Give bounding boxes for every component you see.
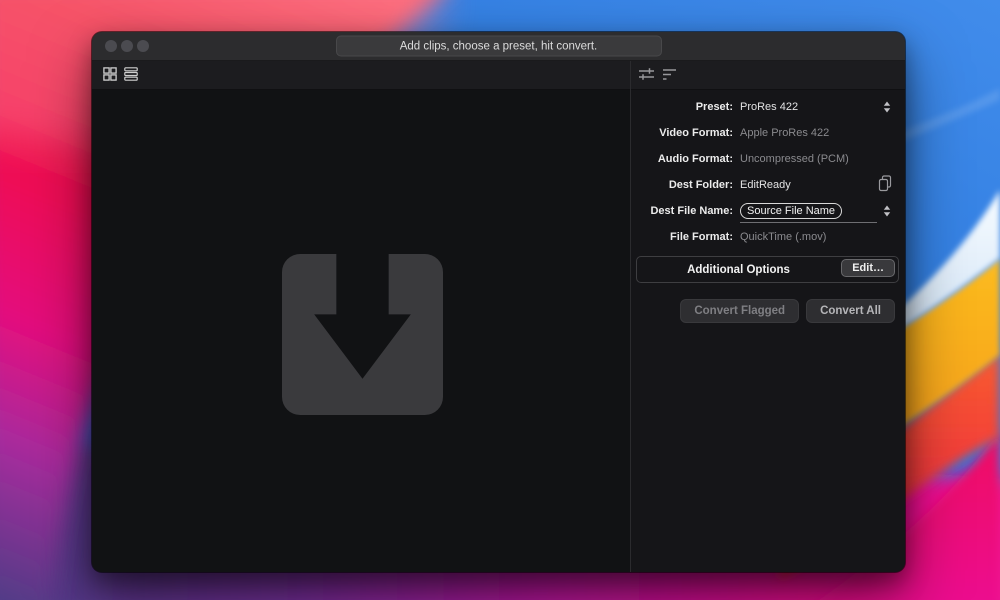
convert-flagged-button[interactable]: Convert Flagged — [680, 299, 799, 323]
dest-folder-value[interactable]: EditReady — [740, 179, 791, 191]
window-body: Preset: ProRes 422 Video Format: Apple P… — [92, 61, 905, 572]
dest-file-name-label: Dest File Name: — [631, 205, 740, 217]
list-view-button[interactable] — [124, 67, 138, 84]
choose-folder-button[interactable] — [878, 175, 892, 195]
convert-buttons-row: Convert Flagged Convert All — [631, 299, 905, 323]
titlebar: Add clips, choose a preset, hit convert. — [92, 32, 905, 61]
dest-file-name-field[interactable]: Source File Name — [740, 203, 877, 223]
preset-stepper-icon[interactable] — [883, 101, 891, 113]
dest-file-name-row: Dest File Name: Source File Name — [631, 198, 905, 224]
additional-options-box: Additional Options Edit… — [636, 256, 899, 283]
titlebar-message: Add clips, choose a preset, hit convert. — [336, 36, 662, 57]
sort-view-button[interactable] — [662, 67, 677, 84]
zoom-button[interactable] — [137, 40, 149, 52]
file-format-value: QuickTime (.mov) — [740, 231, 826, 243]
grid-view-icon — [103, 67, 117, 84]
clips-toolbar — [92, 61, 630, 90]
settings-view-button[interactable] — [638, 67, 655, 84]
video-format-label: Video Format: — [631, 127, 740, 139]
dest-folder-label: Dest Folder: — [631, 179, 740, 191]
audio-format-row: Audio Format: Uncompressed (PCM) — [631, 146, 905, 172]
list-view-icon — [124, 67, 138, 84]
edit-options-button[interactable]: Edit… — [841, 259, 895, 277]
clip-drop-zone[interactable] — [92, 90, 630, 572]
filter-sliders-icon — [638, 67, 655, 84]
document-copy-icon — [878, 175, 892, 195]
traffic-lights — [92, 40, 149, 52]
additional-options-label: Additional Options — [637, 264, 840, 276]
close-button[interactable] — [105, 40, 117, 52]
preset-row: Preset: ProRes 422 — [631, 94, 905, 120]
preset-label: Preset: — [631, 101, 740, 113]
audio-format-value: Uncompressed (PCM) — [740, 153, 849, 165]
source-file-name-token[interactable]: Source File Name — [740, 203, 842, 219]
conversion-settings: Preset: ProRes 422 Video Format: Apple P… — [631, 90, 905, 572]
video-format-value: Apple ProRes 422 — [740, 127, 829, 139]
sort-lines-icon — [662, 67, 677, 84]
titlebar-message-text: Add clips, choose a preset, hit convert. — [400, 40, 598, 52]
file-name-stepper-icon[interactable] — [883, 205, 891, 217]
file-format-label: File Format: — [631, 231, 740, 243]
video-format-row: Video Format: Apple ProRes 422 — [631, 120, 905, 146]
drop-arrow-icon — [282, 254, 443, 420]
file-format-row: File Format: QuickTime (.mov) — [631, 224, 905, 250]
dest-folder-row: Dest Folder: EditReady — [631, 172, 905, 198]
inspector-toolbar — [631, 61, 905, 90]
editready-window: Add clips, choose a preset, hit convert. — [92, 32, 905, 572]
inspector-pane: Preset: ProRes 422 Video Format: Apple P… — [630, 61, 905, 572]
convert-all-button[interactable]: Convert All — [806, 299, 895, 323]
minimize-button[interactable] — [121, 40, 133, 52]
audio-format-label: Audio Format: — [631, 153, 740, 165]
clips-pane — [92, 61, 630, 572]
preset-popup-value[interactable]: ProRes 422 — [740, 101, 798, 113]
grid-view-button[interactable] — [103, 67, 117, 84]
